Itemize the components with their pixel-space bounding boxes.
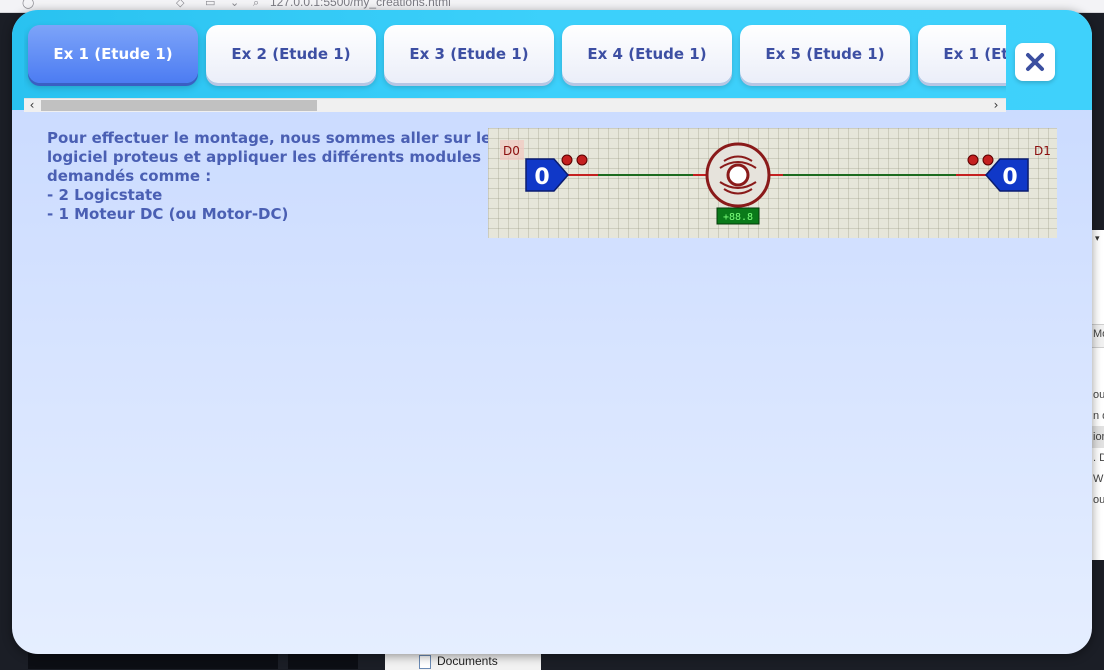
exercise-modal: Ex 1 (Etude 1) Ex 2 (Etude 1) Ex 3 (Etud…	[12, 10, 1092, 654]
tab-ex4-etude1[interactable]: Ex 4 (Etude 1)	[562, 25, 732, 83]
browser-url: 127.0.0.1:5500/my_creations.html	[270, 0, 451, 9]
background-text-fragment: Mo	[1093, 328, 1104, 340]
document-folder-icon	[419, 655, 431, 669]
tab-label: Ex 3 (Etude 1)	[409, 45, 529, 63]
close-icon	[1026, 53, 1044, 71]
background-text-fragment: n d	[1093, 410, 1104, 422]
modal-header: Ex 1 (Etude 1) Ex 2 (Etude 1) Ex 3 (Etud…	[12, 10, 1092, 112]
pin-marker-icon	[561, 154, 573, 166]
background-text-fragment: ior	[1093, 431, 1104, 443]
chevron-down-icon: ⌄	[230, 0, 240, 9]
schematic-diagram: D0 0 +88.8 D1 0	[500, 140, 1051, 225]
tab-ex3-etude1[interactable]: Ex 3 (Etude 1)	[384, 25, 554, 83]
chevron-down-icon: ▾	[1095, 234, 1100, 244]
scrollbar-thumb[interactable]	[41, 100, 317, 111]
tab-ex5-etude1[interactable]: Ex 5 (Etude 1)	[740, 25, 910, 83]
scroll-right-arrow[interactable]: ›	[989, 99, 1003, 112]
logicstate-right-value: 0	[1002, 165, 1017, 190]
description-line: - 1 Moteur DC (ou Motor-DC)	[47, 205, 289, 223]
logicstate-left-value: 0	[534, 165, 549, 190]
description-line: logiciel proteus et appliquer les différ…	[47, 148, 481, 166]
description-line: Pour effectuer le montage, nous sommes a…	[47, 129, 492, 147]
tab-strip: Ex 1 (Etude 1) Ex 2 (Etude 1) Ex 3 (Etud…	[24, 10, 1006, 97]
tab-ex2-etude1[interactable]: Ex 2 (Etude 1)	[206, 25, 376, 83]
description-line: demandés comme :	[47, 167, 212, 185]
close-button[interactable]	[1015, 43, 1055, 81]
pin-marker-icon	[576, 154, 588, 166]
tab-label: Ex 2 (Etude 1)	[231, 45, 351, 63]
proteus-schematic: D0 0 +88.8 D1 0	[488, 128, 1057, 238]
exercise-description: Pour effectuer le montage, nous sommes a…	[47, 129, 492, 224]
description-line: - 2 Logicstate	[47, 186, 163, 204]
tab-ex1-etude2[interactable]: Ex 1 (Etude 2)	[918, 25, 1006, 83]
shield-icon: ◇	[176, 0, 185, 9]
logicstate-left-label: D0	[503, 144, 520, 158]
tab-ex1-etude1[interactable]: Ex 1 (Etude 1)	[28, 25, 198, 83]
folder-tree-item-documents[interactable]: Documents	[385, 652, 541, 670]
background-text-fragment: Wi	[1093, 473, 1104, 485]
scroll-left-arrow[interactable]: ‹	[25, 99, 39, 112]
tab-label: Ex 4 (Etude 1)	[587, 45, 707, 63]
tab-label: Ex 1 (Etude 1)	[53, 45, 173, 63]
pin-marker-icon	[982, 154, 994, 166]
reload-icon: ◯	[22, 0, 35, 9]
background-text-fragment: ou	[1093, 494, 1104, 506]
tab-label: Ex 1 (Etude 2)	[943, 45, 1006, 63]
pin-marker-icon	[967, 154, 979, 166]
search-icon: ⌕	[253, 0, 260, 9]
background-text-fragment: . D	[1093, 452, 1104, 464]
page-icon: ▭	[205, 0, 216, 9]
folder-label: Documents	[437, 654, 498, 668]
tab-label: Ex 5 (Etude 1)	[765, 45, 885, 63]
motor-readout: +88.8	[723, 212, 753, 223]
tab-scrollbar[interactable]: ‹ ›	[24, 98, 1006, 112]
logicstate-right-label: D1	[1034, 144, 1051, 158]
background-text-fragment: ou	[1093, 389, 1104, 401]
